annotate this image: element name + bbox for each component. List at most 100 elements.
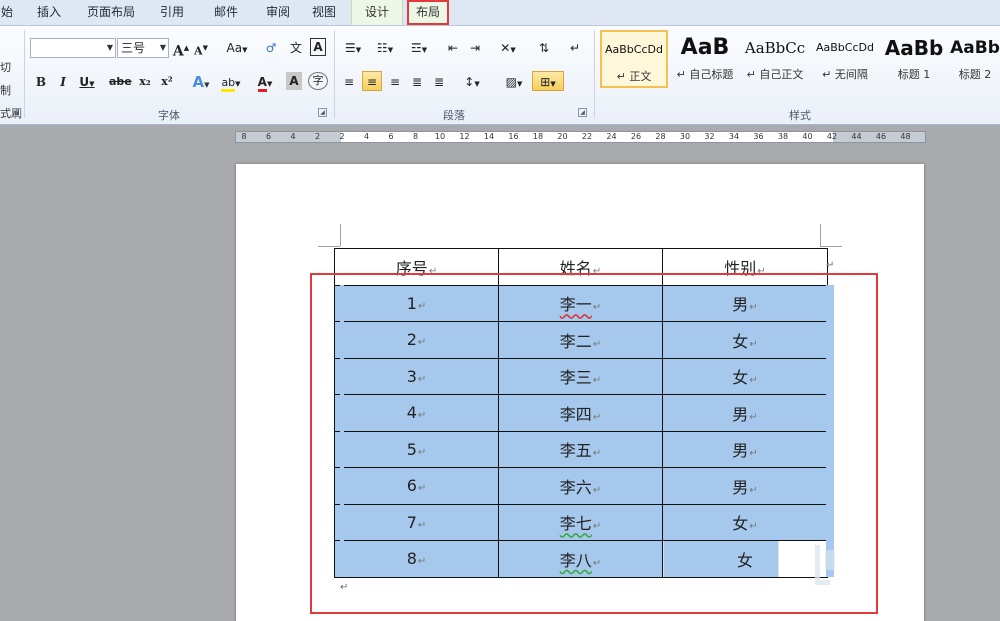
- tab-references[interactable]: 引用: [150, 0, 194, 25]
- font-size-combo[interactable]: 三号 ▼: [117, 38, 169, 58]
- decrease-indent-icon[interactable]: ⇤: [444, 38, 462, 58]
- clear-format-icon[interactable]: ♂: [262, 38, 280, 58]
- sort-icon[interactable]: ⇅: [534, 38, 554, 58]
- table-header-cell[interactable]: 序号↵: [334, 248, 499, 286]
- line-spacing-icon[interactable]: ↕▼: [458, 72, 486, 92]
- align-left-icon[interactable]: ≡: [340, 72, 358, 92]
- char-shading-button[interactable]: A: [286, 72, 302, 90]
- change-case-button[interactable]: Aa▼: [224, 38, 250, 58]
- table-row[interactable]: 5↵ 李五↵ 男↵: [334, 430, 828, 468]
- align-center-icon[interactable]: ≡: [362, 71, 382, 91]
- clipboard-launcher-icon[interactable]: ◢: [12, 108, 21, 117]
- tab-view[interactable]: 视图: [302, 0, 346, 25]
- table-cell-gender[interactable]: 男↵: [662, 284, 828, 322]
- tab-review[interactable]: 审阅: [256, 0, 300, 25]
- tab-table-layout[interactable]: 布局: [407, 0, 449, 25]
- ruler-tick-label: 14: [483, 132, 495, 141]
- bold-button[interactable]: B: [34, 72, 48, 92]
- superscript-button[interactable]: x²: [158, 72, 176, 92]
- highlight-button[interactable]: ab▼: [216, 72, 246, 92]
- font-color-button[interactable]: A▼: [251, 72, 279, 92]
- table-row[interactable]: 6↵ 李六↵ 男↵: [334, 467, 828, 505]
- table-cell-name[interactable]: 李三↵: [498, 357, 663, 395]
- style-no-spacing[interactable]: AaBbCcDd ↵ 无间隔: [812, 30, 878, 88]
- table-cell-gender[interactable]: 女↵: [662, 357, 828, 395]
- table-cell-number[interactable]: 5↵: [334, 430, 499, 468]
- phonetic-guide-button[interactable]: 文: [286, 38, 306, 58]
- style-heading-1[interactable]: AaBb 标题 1: [882, 30, 946, 88]
- table-cell-gender[interactable]: 女↵: [662, 503, 828, 541]
- table-cell-number[interactable]: 4↵: [334, 394, 499, 432]
- borders-icon[interactable]: ⊞▼: [532, 71, 564, 91]
- cut-button[interactable]: 切: [0, 56, 22, 79]
- styles-group-label: 样式: [789, 109, 811, 122]
- numbering-icon[interactable]: ☷▼: [372, 38, 398, 58]
- underline-button[interactable]: U▼: [78, 72, 96, 92]
- table-cell-number[interactable]: 1↵: [334, 284, 499, 322]
- tab-insert[interactable]: 插入: [28, 0, 70, 25]
- font-name-combo[interactable]: ▼: [30, 38, 116, 58]
- table-cell-name[interactable]: 李八↵: [498, 540, 663, 578]
- student-table[interactable]: 序号↵ 姓名↵ 性别↵ 1↵ 李一↵ 男↵ 2↵ 李二↵ 女↵ 3↵ 李三↵ 女…: [334, 248, 828, 578]
- text-effect-button[interactable]: A▼: [189, 72, 213, 92]
- justify-icon[interactable]: ≣: [408, 72, 426, 92]
- tab-mailings[interactable]: 邮件: [204, 0, 248, 25]
- table-cell-name[interactable]: 李一↵: [498, 284, 663, 322]
- paragraph-launcher-icon[interactable]: ◢: [578, 108, 587, 117]
- table-cell-name[interactable]: 李四↵: [498, 394, 663, 432]
- style-custom-body[interactable]: AaBbCc ↵ 自己正文: [742, 30, 808, 88]
- horizontal-ruler[interactable]: 8 6 4 2 2 4 6 8 10 12 14 16 18 20 22 24 26 28 30 32 34 36 38 40…: [235, 131, 926, 143]
- char-border-icon: A: [313, 40, 323, 54]
- increase-indent-icon[interactable]: ⇥: [466, 38, 484, 58]
- tab-start[interactable]: 始: [0, 0, 20, 25]
- distributed-icon[interactable]: ≣: [430, 72, 448, 92]
- table-row[interactable]: 4↵ 李四↵ 男↵: [334, 394, 828, 432]
- multilevel-list-icon[interactable]: ☲▼: [404, 38, 434, 58]
- grow-font-button[interactable]: A▲: [172, 38, 190, 60]
- shrink-font-button[interactable]: A▼: [193, 38, 209, 58]
- chevron-down-icon[interactable]: ▼: [107, 39, 113, 57]
- table-cell-number[interactable]: 3↵: [334, 357, 499, 395]
- table-cell-name[interactable]: 李七↵: [498, 503, 663, 541]
- table-cell-number[interactable]: 7↵: [334, 503, 499, 541]
- ribbon-tab-bar: 始 插入 页面布局 引用 邮件 审阅 视图 设计 布局: [0, 0, 1000, 26]
- align-right-icon[interactable]: ≡: [386, 72, 404, 92]
- style-custom-heading[interactable]: AaB ↵ 自己标题: [672, 30, 738, 88]
- table-cell-gender[interactable]: 女↵: [662, 321, 828, 359]
- tab-page-layout[interactable]: 页面布局: [82, 0, 140, 25]
- table-header-cell[interactable]: 姓名↵: [498, 248, 663, 286]
- shading-icon[interactable]: ▨▼: [500, 72, 528, 92]
- chevron-down-icon[interactable]: ▼: [160, 39, 166, 57]
- ruler-tick-label: 6: [388, 132, 394, 141]
- table-cell-number[interactable]: 2↵: [334, 321, 499, 359]
- table-cell-gender[interactable]: 男↵: [662, 394, 828, 432]
- chinese-layout-icon[interactable]: ✕▼: [494, 38, 522, 58]
- copy-button[interactable]: 制: [0, 79, 22, 102]
- subscript-button[interactable]: x₂: [136, 72, 154, 92]
- tab-table-design[interactable]: 设计: [351, 0, 403, 25]
- enclose-char-button[interactable]: 字: [308, 72, 328, 90]
- font-launcher-icon[interactable]: ◢: [318, 108, 327, 117]
- style-name: 标题 2: [958, 68, 992, 81]
- show-marks-icon[interactable]: ↵: [566, 38, 584, 58]
- table-cell-number[interactable]: 8↵: [334, 540, 499, 578]
- table-cell-number[interactable]: 6↵: [334, 467, 499, 505]
- table-header-cell[interactable]: 性别↵: [662, 248, 828, 286]
- table-cell-gender[interactable]: 男↵: [662, 430, 828, 468]
- strikethrough-button[interactable]: abe: [109, 72, 132, 92]
- table-cell-gender[interactable]: 男↵: [662, 467, 828, 505]
- table-row[interactable]: 7↵ 李七↵ 女↵: [334, 503, 828, 541]
- table-row[interactable]: 3↵ 李三↵ 女↵: [334, 357, 828, 395]
- italic-button[interactable]: I: [56, 72, 70, 92]
- group-divider: [594, 30, 595, 118]
- table-cell-name[interactable]: 李五↵: [498, 430, 663, 468]
- table-row[interactable]: 1↵ 李一↵ 男↵: [334, 284, 828, 322]
- table-row[interactable]: 8↵ 李八↵ 女: [334, 540, 828, 578]
- style-normal[interactable]: AaBbCcDd ↵ 正文: [600, 30, 668, 88]
- table-row[interactable]: 2↵ 李二↵ 女↵: [334, 321, 828, 359]
- style-heading-2[interactable]: AaBb 标题 2: [950, 30, 1000, 88]
- table-cell-name[interactable]: 李六↵: [498, 467, 663, 505]
- table-cell-name[interactable]: 李二↵: [498, 321, 663, 359]
- bullets-icon[interactable]: ☰▼: [340, 38, 366, 58]
- char-border-button[interactable]: A: [310, 38, 326, 56]
